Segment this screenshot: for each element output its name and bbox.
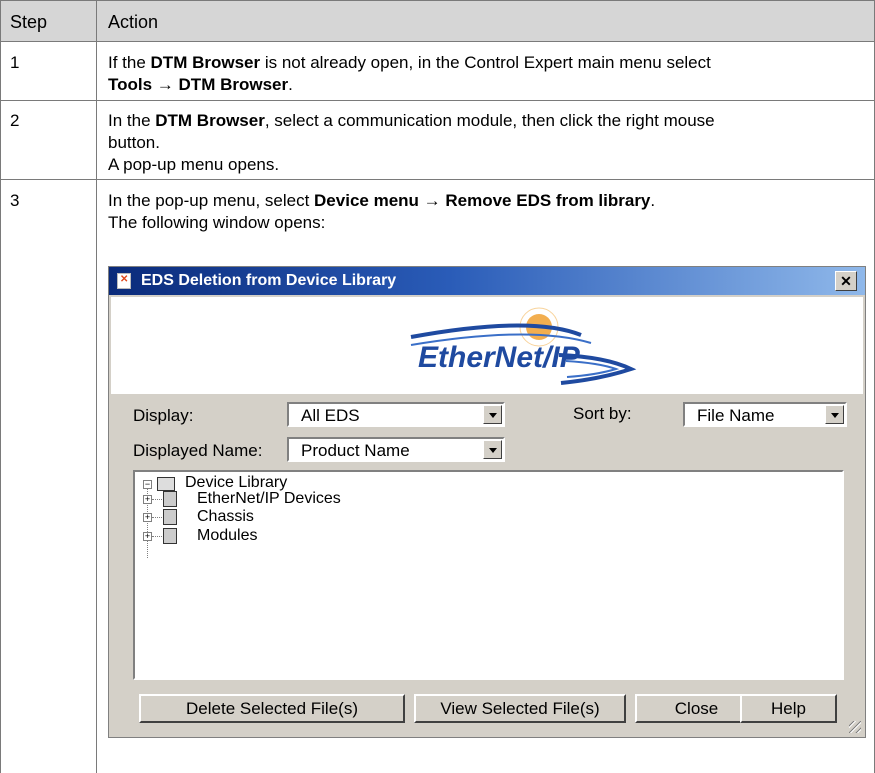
- step-number: 3: [10, 191, 20, 210]
- procedure-table: Step Action 1 If the DTM Browser is not …: [0, 0, 875, 773]
- device-icon: [163, 509, 177, 525]
- expand-icon[interactable]: +: [143, 513, 152, 522]
- delete-selected-button[interactable]: Delete Selected File(s): [139, 694, 405, 723]
- column-divider: [96, 0, 97, 773]
- step-action: In the DTM Browser, select a communicati…: [108, 111, 715, 174]
- view-selected-button[interactable]: View Selected File(s): [414, 694, 626, 723]
- help-button[interactable]: Help: [740, 694, 837, 723]
- step-number: 1: [10, 53, 20, 72]
- tree-item[interactable]: EtherNet/IP Devices: [197, 490, 341, 510]
- expand-icon[interactable]: +: [143, 495, 152, 504]
- close-icon[interactable]: ✕: [835, 271, 857, 291]
- sort-by-select[interactable]: File Name: [683, 402, 847, 427]
- chevron-down-icon[interactable]: [483, 440, 502, 459]
- display-label: Display:: [133, 406, 194, 425]
- app-icon: [117, 273, 131, 289]
- logo-text: EtherNet/IP: [418, 341, 580, 374]
- displayed-name-select[interactable]: Product Name: [287, 437, 505, 462]
- expand-icon[interactable]: +: [143, 532, 152, 541]
- header-step: Step: [10, 12, 48, 32]
- device-icon: [163, 528, 177, 544]
- step-number: 2: [10, 111, 20, 130]
- ethernet-ip-logo: EtherNet/IP: [111, 297, 863, 394]
- table-header: Step Action: [0, 0, 875, 42]
- dialog-titlebar: EDS Deletion from Device Library ✕: [109, 267, 865, 295]
- tree-item[interactable]: Chassis: [197, 508, 254, 528]
- header-action: Action: [108, 12, 159, 32]
- device-icon: [163, 491, 177, 507]
- folder-icon: [157, 477, 175, 491]
- tree-item[interactable]: Modules: [197, 527, 257, 547]
- collapse-icon[interactable]: −: [143, 480, 152, 489]
- resize-grip-icon[interactable]: [849, 721, 861, 733]
- dialog-title: EDS Deletion from Device Library: [141, 272, 397, 289]
- display-select[interactable]: All EDS: [287, 402, 505, 427]
- chevron-down-icon[interactable]: [825, 405, 844, 424]
- table-border-left: [0, 0, 1, 773]
- device-library-tree[interactable]: − Device Library + EtherNet/IP Devices +…: [133, 470, 844, 680]
- eds-deletion-dialog: EDS Deletion from Device Library ✕ Ether…: [108, 266, 866, 738]
- row-divider: [0, 100, 875, 101]
- chevron-down-icon[interactable]: [483, 405, 502, 424]
- step-action: In the pop-up menu, select Device menu →…: [108, 191, 656, 232]
- sort-by-label: Sort by:: [573, 404, 632, 423]
- step-action: If the DTM Browser is not already open, …: [108, 53, 711, 94]
- displayed-name-label: Displayed Name:: [133, 441, 263, 460]
- row-divider: [0, 179, 875, 180]
